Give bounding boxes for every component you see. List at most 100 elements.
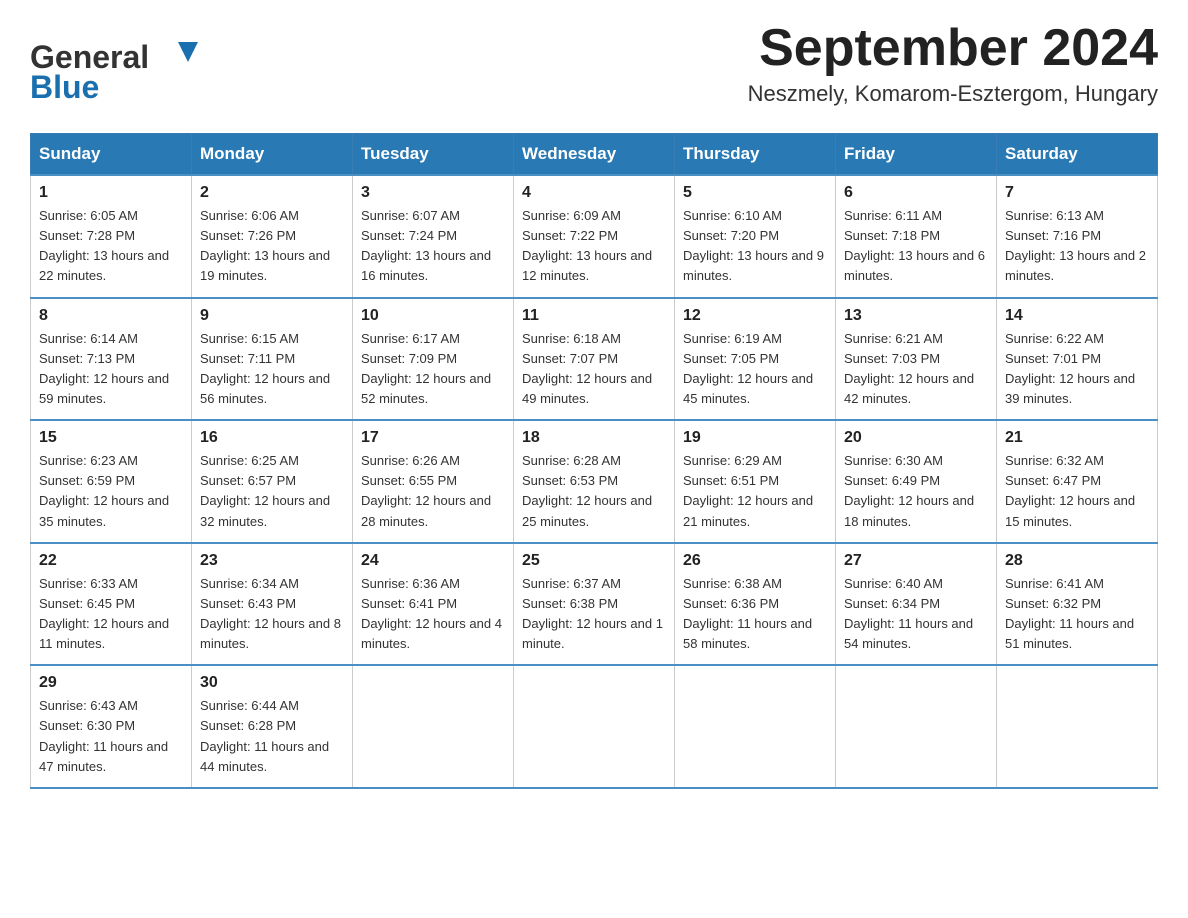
day-info: Sunrise: 6:23 AMSunset: 6:59 PMDaylight:… bbox=[39, 453, 169, 528]
day-info: Sunrise: 6:29 AMSunset: 6:51 PMDaylight:… bbox=[683, 453, 813, 528]
calendar-cell: 7 Sunrise: 6:13 AMSunset: 7:16 PMDayligh… bbox=[997, 175, 1158, 298]
calendar-cell: 22 Sunrise: 6:33 AMSunset: 6:45 PMDaylig… bbox=[31, 543, 192, 666]
day-info: Sunrise: 6:32 AMSunset: 6:47 PMDaylight:… bbox=[1005, 453, 1135, 528]
day-number: 14 bbox=[1005, 307, 1149, 325]
day-number: 25 bbox=[522, 552, 666, 570]
day-number: 17 bbox=[361, 429, 505, 447]
day-info: Sunrise: 6:14 AMSunset: 7:13 PMDaylight:… bbox=[39, 331, 169, 406]
day-info: Sunrise: 6:43 AMSunset: 6:30 PMDaylight:… bbox=[39, 698, 168, 773]
day-info: Sunrise: 6:22 AMSunset: 7:01 PMDaylight:… bbox=[1005, 331, 1135, 406]
day-number: 19 bbox=[683, 429, 827, 447]
week-row-3: 15 Sunrise: 6:23 AMSunset: 6:59 PMDaylig… bbox=[31, 420, 1158, 543]
day-info: Sunrise: 6:26 AMSunset: 6:55 PMDaylight:… bbox=[361, 453, 491, 528]
calendar-cell: 15 Sunrise: 6:23 AMSunset: 6:59 PMDaylig… bbox=[31, 420, 192, 543]
day-info: Sunrise: 6:28 AMSunset: 6:53 PMDaylight:… bbox=[522, 453, 652, 528]
calendar-cell: 3 Sunrise: 6:07 AMSunset: 7:24 PMDayligh… bbox=[353, 175, 514, 298]
day-number: 8 bbox=[39, 307, 183, 325]
day-info: Sunrise: 6:10 AMSunset: 7:20 PMDaylight:… bbox=[683, 208, 824, 283]
day-info: Sunrise: 6:18 AMSunset: 7:07 PMDaylight:… bbox=[522, 331, 652, 406]
calendar-cell bbox=[353, 665, 514, 788]
day-info: Sunrise: 6:09 AMSunset: 7:22 PMDaylight:… bbox=[522, 208, 652, 283]
calendar-cell: 27 Sunrise: 6:40 AMSunset: 6:34 PMDaylig… bbox=[836, 543, 997, 666]
month-title: September 2024 bbox=[748, 20, 1158, 77]
calendar-cell: 20 Sunrise: 6:30 AMSunset: 6:49 PMDaylig… bbox=[836, 420, 997, 543]
calendar-cell: 12 Sunrise: 6:19 AMSunset: 7:05 PMDaylig… bbox=[675, 298, 836, 421]
day-info: Sunrise: 6:36 AMSunset: 6:41 PMDaylight:… bbox=[361, 576, 502, 651]
calendar-cell bbox=[514, 665, 675, 788]
calendar-cell: 29 Sunrise: 6:43 AMSunset: 6:30 PMDaylig… bbox=[31, 665, 192, 788]
calendar-cell: 19 Sunrise: 6:29 AMSunset: 6:51 PMDaylig… bbox=[675, 420, 836, 543]
day-info: Sunrise: 6:37 AMSunset: 6:38 PMDaylight:… bbox=[522, 576, 663, 651]
calendar-cell: 4 Sunrise: 6:09 AMSunset: 7:22 PMDayligh… bbox=[514, 175, 675, 298]
day-info: Sunrise: 6:07 AMSunset: 7:24 PMDaylight:… bbox=[361, 208, 491, 283]
calendar-cell: 18 Sunrise: 6:28 AMSunset: 6:53 PMDaylig… bbox=[514, 420, 675, 543]
calendar-cell: 8 Sunrise: 6:14 AMSunset: 7:13 PMDayligh… bbox=[31, 298, 192, 421]
location-subtitle: Neszmely, Komarom-Esztergom, Hungary bbox=[748, 81, 1158, 107]
day-info: Sunrise: 6:44 AMSunset: 6:28 PMDaylight:… bbox=[200, 698, 329, 773]
header-saturday: Saturday bbox=[997, 134, 1158, 176]
calendar-cell: 10 Sunrise: 6:17 AMSunset: 7:09 PMDaylig… bbox=[353, 298, 514, 421]
day-info: Sunrise: 6:21 AMSunset: 7:03 PMDaylight:… bbox=[844, 331, 974, 406]
calendar-cell: 23 Sunrise: 6:34 AMSunset: 6:43 PMDaylig… bbox=[192, 543, 353, 666]
day-number: 26 bbox=[683, 552, 827, 570]
calendar-table: Sunday Monday Tuesday Wednesday Thursday… bbox=[30, 133, 1158, 789]
day-number: 10 bbox=[361, 307, 505, 325]
calendar-cell bbox=[997, 665, 1158, 788]
header-wednesday: Wednesday bbox=[514, 134, 675, 176]
calendar-cell: 1 Sunrise: 6:05 AMSunset: 7:28 PMDayligh… bbox=[31, 175, 192, 298]
calendar-cell: 16 Sunrise: 6:25 AMSunset: 6:57 PMDaylig… bbox=[192, 420, 353, 543]
day-number: 4 bbox=[522, 184, 666, 202]
day-number: 16 bbox=[200, 429, 344, 447]
day-info: Sunrise: 6:40 AMSunset: 6:34 PMDaylight:… bbox=[844, 576, 973, 651]
calendar-cell: 14 Sunrise: 6:22 AMSunset: 7:01 PMDaylig… bbox=[997, 298, 1158, 421]
day-info: Sunrise: 6:38 AMSunset: 6:36 PMDaylight:… bbox=[683, 576, 812, 651]
svg-text:Blue: Blue bbox=[30, 69, 99, 105]
day-info: Sunrise: 6:41 AMSunset: 6:32 PMDaylight:… bbox=[1005, 576, 1134, 651]
calendar-cell: 13 Sunrise: 6:21 AMSunset: 7:03 PMDaylig… bbox=[836, 298, 997, 421]
calendar-cell: 25 Sunrise: 6:37 AMSunset: 6:38 PMDaylig… bbox=[514, 543, 675, 666]
day-info: Sunrise: 6:06 AMSunset: 7:26 PMDaylight:… bbox=[200, 208, 330, 283]
day-info: Sunrise: 6:19 AMSunset: 7:05 PMDaylight:… bbox=[683, 331, 813, 406]
day-number: 2 bbox=[200, 184, 344, 202]
day-info: Sunrise: 6:25 AMSunset: 6:57 PMDaylight:… bbox=[200, 453, 330, 528]
day-number: 30 bbox=[200, 674, 344, 692]
day-number: 28 bbox=[1005, 552, 1149, 570]
calendar-cell: 9 Sunrise: 6:15 AMSunset: 7:11 PMDayligh… bbox=[192, 298, 353, 421]
calendar-cell: 30 Sunrise: 6:44 AMSunset: 6:28 PMDaylig… bbox=[192, 665, 353, 788]
day-info: Sunrise: 6:11 AMSunset: 7:18 PMDaylight:… bbox=[844, 208, 985, 283]
calendar-cell: 26 Sunrise: 6:38 AMSunset: 6:36 PMDaylig… bbox=[675, 543, 836, 666]
week-row-1: 1 Sunrise: 6:05 AMSunset: 7:28 PMDayligh… bbox=[31, 175, 1158, 298]
day-info: Sunrise: 6:13 AMSunset: 7:16 PMDaylight:… bbox=[1005, 208, 1146, 283]
day-info: Sunrise: 6:34 AMSunset: 6:43 PMDaylight:… bbox=[200, 576, 341, 651]
week-row-2: 8 Sunrise: 6:14 AMSunset: 7:13 PMDayligh… bbox=[31, 298, 1158, 421]
day-number: 5 bbox=[683, 184, 827, 202]
calendar-cell bbox=[836, 665, 997, 788]
day-number: 7 bbox=[1005, 184, 1149, 202]
calendar-cell bbox=[675, 665, 836, 788]
day-info: Sunrise: 6:05 AMSunset: 7:28 PMDaylight:… bbox=[39, 208, 169, 283]
header-monday: Monday bbox=[192, 134, 353, 176]
calendar-cell: 17 Sunrise: 6:26 AMSunset: 6:55 PMDaylig… bbox=[353, 420, 514, 543]
day-info: Sunrise: 6:33 AMSunset: 6:45 PMDaylight:… bbox=[39, 576, 169, 651]
day-number: 27 bbox=[844, 552, 988, 570]
header: General Blue September 2024 Neszmely, Ko… bbox=[30, 20, 1158, 115]
day-number: 6 bbox=[844, 184, 988, 202]
day-number: 9 bbox=[200, 307, 344, 325]
calendar-cell: 11 Sunrise: 6:18 AMSunset: 7:07 PMDaylig… bbox=[514, 298, 675, 421]
calendar-cell: 5 Sunrise: 6:10 AMSunset: 7:20 PMDayligh… bbox=[675, 175, 836, 298]
day-number: 29 bbox=[39, 674, 183, 692]
day-number: 13 bbox=[844, 307, 988, 325]
day-number: 20 bbox=[844, 429, 988, 447]
day-number: 11 bbox=[522, 307, 666, 325]
calendar-cell: 24 Sunrise: 6:36 AMSunset: 6:41 PMDaylig… bbox=[353, 543, 514, 666]
day-number: 22 bbox=[39, 552, 183, 570]
week-row-4: 22 Sunrise: 6:33 AMSunset: 6:45 PMDaylig… bbox=[31, 543, 1158, 666]
day-number: 12 bbox=[683, 307, 827, 325]
calendar-cell: 28 Sunrise: 6:41 AMSunset: 6:32 PMDaylig… bbox=[997, 543, 1158, 666]
day-info: Sunrise: 6:15 AMSunset: 7:11 PMDaylight:… bbox=[200, 331, 330, 406]
day-number: 15 bbox=[39, 429, 183, 447]
day-number: 18 bbox=[522, 429, 666, 447]
day-number: 21 bbox=[1005, 429, 1149, 447]
header-friday: Friday bbox=[836, 134, 997, 176]
calendar-cell: 21 Sunrise: 6:32 AMSunset: 6:47 PMDaylig… bbox=[997, 420, 1158, 543]
